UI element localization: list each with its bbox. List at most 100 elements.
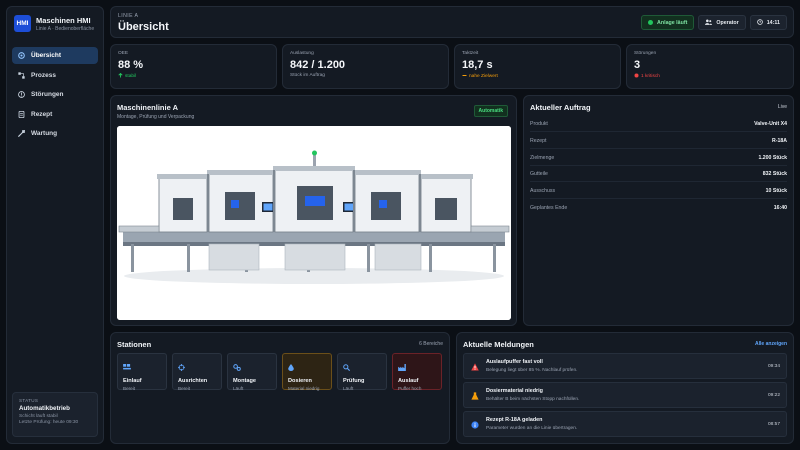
message-item[interactable]: Rezept R-18A geladen Parameter wurden an…: [463, 411, 787, 437]
station-card-einlauf[interactable]: Einlauf Bereit: [117, 353, 167, 391]
user-button[interactable]: Operator: [698, 15, 746, 30]
warning-triangle-icon: [471, 363, 479, 371]
kpi-sub-text: Stück im Auftrag: [290, 73, 325, 78]
station-name: Montage: [233, 378, 256, 384]
station-card-ausrichten[interactable]: Ausrichten Bereit: [172, 353, 222, 391]
order-key: Ausschuss: [530, 187, 556, 194]
message-time: 09:34: [767, 364, 780, 369]
sidebar-item-label: Störungen: [31, 91, 64, 98]
sidebar-item-label: Wartung: [31, 130, 58, 137]
kpi-card-oee: OEE 88 % stabil: [110, 44, 277, 89]
critical-dot-icon: [634, 73, 639, 80]
order-key: Geplantes Ende: [530, 205, 568, 211]
clock-button[interactable]: 14:11: [749, 15, 787, 30]
stations-panel: Stationen 6 Bereiche Einlauf Bereit Ausr…: [110, 332, 450, 444]
order-value: 16:40: [773, 205, 787, 211]
flask-icon: [471, 392, 479, 400]
kpi-label: Taktzeit: [462, 51, 479, 56]
kpi-sub: Stück im Auftrag: [290, 73, 441, 78]
clock-time: 14:11: [766, 19, 780, 26]
order-row: Zielmenge 1.200 Stück: [530, 150, 787, 166]
conveyor-icon: [123, 358, 131, 375]
show-all-link[interactable]: Alle anzeigen: [755, 341, 787, 347]
message-item[interactable]: Auslaufpuffer fast voll Belegung liegt ü…: [463, 353, 787, 379]
station-name: Auslauf: [398, 378, 419, 384]
factory-icon: [398, 358, 406, 375]
alert-icon: [18, 91, 25, 98]
machine-title: Maschinenlinie A: [117, 103, 178, 112]
plant-status-button[interactable]: Anlage läuft: [641, 15, 695, 30]
kpi-label: OEE: [118, 51, 129, 56]
message-time: 08:57: [767, 422, 780, 427]
sidebar-item-uebersicht[interactable]: Übersicht: [12, 47, 98, 64]
station-card-montage[interactable]: Montage Läuft: [227, 353, 277, 391]
station-state: Puffer hoch: [398, 386, 422, 391]
user-label: Operator: [716, 19, 739, 26]
sidebar-item-stoerungen[interactable]: Störungen: [12, 86, 98, 103]
order-row: Rezept R-18A: [530, 133, 787, 149]
station-state: Material niedrig: [288, 386, 320, 391]
status-line-2: Letzte Prüfung: heute 09:30: [19, 420, 79, 426]
order-value: Valve-Unit X4: [754, 120, 787, 127]
message-detail: Belegung liegt über 85 %. Nachlauf prüfe…: [486, 368, 578, 373]
message-item[interactable]: Dosiermaterial niedrig Behälter B beim n…: [463, 382, 787, 408]
kpi-sub: 1 kritisch: [634, 73, 786, 80]
sidebar-item-prozess[interactable]: Prozess: [12, 67, 98, 84]
magnifier-icon: [343, 358, 351, 375]
clock-icon: [756, 18, 763, 27]
machine-illustration: [117, 126, 511, 320]
station-state: Läuft: [233, 386, 244, 391]
app-title: Maschinen HMI: [36, 15, 91, 25]
stations-title: Stationen: [117, 340, 152, 349]
stations-count: 6 Bereiche: [419, 341, 443, 347]
kpi-card-taktzeit: Taktzeit 18,7 s nahe Zielwert: [454, 44, 621, 89]
header: LINIE A Übersicht Anlage läuft Operator …: [110, 6, 794, 38]
app-subtitle: Linie A · Bedienoberfläche: [36, 25, 95, 32]
mode-badge: Automatik: [473, 105, 508, 117]
machine-subtitle: Montage, Prüfung und Verpackung: [117, 114, 195, 120]
arrow-up-icon: [118, 72, 123, 80]
order-value: R-18A: [772, 137, 787, 144]
kpi-value: 88 %: [118, 59, 144, 71]
sidebar-nav: Übersicht Prozess Störungen Rezept Wartu…: [7, 47, 103, 142]
order-key: Gutteile: [530, 170, 548, 177]
order-row: Ausschuss 10 Stück: [530, 183, 787, 199]
droplet-icon: [288, 358, 294, 375]
kpi-label: Auslastung: [290, 51, 314, 56]
wrench-icon: [18, 130, 25, 137]
kpi-sub: nahe Zielwert: [462, 73, 613, 80]
sidebar-item-wartung[interactable]: Wartung: [12, 125, 98, 142]
message-title: Dosiermaterial niedrig: [486, 388, 543, 394]
kpi-value: 3: [634, 59, 641, 71]
brand: HMI Maschinen HMI Linie A · Bedienoberfl…: [7, 7, 103, 38]
sidebar-item-label: Rezept: [31, 110, 53, 118]
page-title: Übersicht: [118, 21, 169, 33]
station-card-auslauf[interactable]: Auslauf Puffer hoch: [392, 353, 442, 391]
status-title: Automatikbetrieb: [19, 405, 70, 412]
station-card-pruefung[interactable]: Prüfung Läuft: [337, 353, 387, 391]
kpi-value: 18,7 s: [462, 59, 493, 71]
order-row: Gutteile 832 Stück: [530, 166, 787, 182]
station-state: Bereit: [178, 386, 191, 391]
status-box: STATUS Automatikbetrieb Schicht läuft st…: [12, 392, 98, 437]
status-detail: Schicht läuft stabil Letzte Prüfung: heu…: [19, 414, 91, 427]
message-time: 09:22: [767, 393, 780, 398]
station-name: Prüfung: [343, 378, 365, 384]
message-detail: Parameter wurden an die Linie übertragen…: [486, 426, 578, 431]
sidebar-item-label: Prozess: [31, 71, 56, 79]
kpi-value: 842 / 1.200: [290, 59, 346, 71]
info-icon: [471, 421, 479, 429]
dash-icon: [462, 73, 467, 80]
kpi-sub-text: nahe Zielwert: [469, 74, 498, 79]
header-actions: Anlage läuft Operator 14:11: [641, 15, 787, 30]
messages-panel: Aktuelle Meldungen Alle anzeigen Auslauf…: [456, 332, 794, 444]
app-logo: HMI: [14, 15, 31, 32]
sidebar-item-rezept[interactable]: Rezept: [12, 106, 98, 123]
station-card-dosieren[interactable]: Dosieren Material niedrig: [282, 353, 332, 391]
order-value: 10 Stück: [765, 187, 787, 194]
station-name: Dosieren: [288, 378, 312, 384]
gears-icon: [233, 358, 241, 375]
machine-panel: Maschinenlinie A Montage, Prüfung und Ve…: [110, 95, 517, 326]
breadcrumb: LINIE A: [118, 13, 139, 19]
kpi-label: Störungen: [634, 51, 657, 56]
